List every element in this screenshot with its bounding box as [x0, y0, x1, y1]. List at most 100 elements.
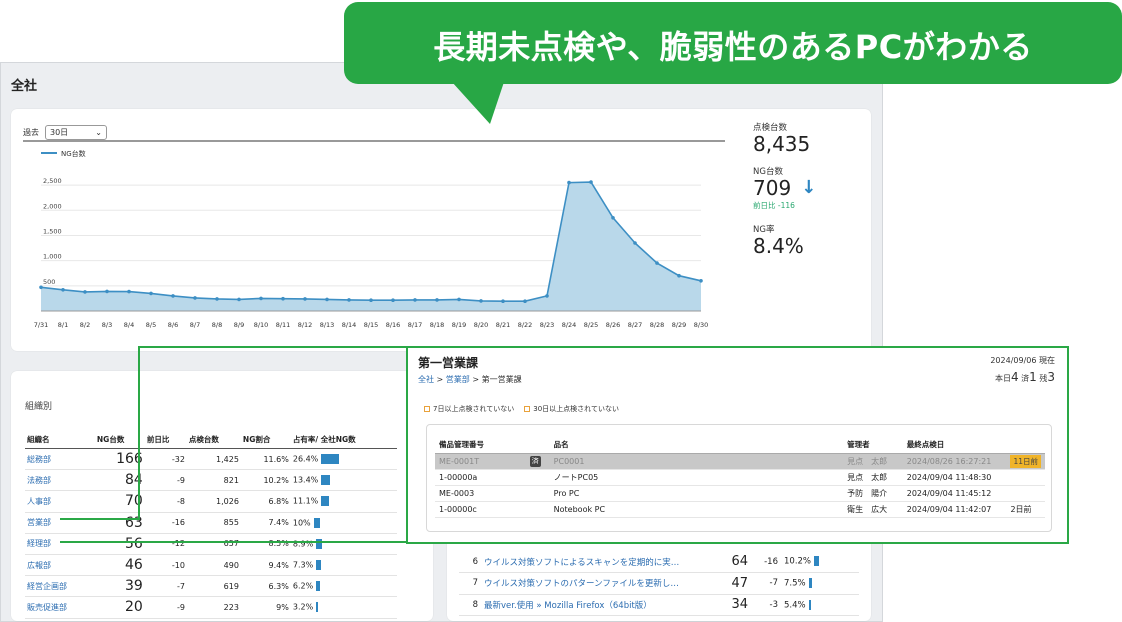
product-name: ノートPC05: [549, 469, 844, 486]
col-badge: [525, 437, 550, 454]
overdue-note: 2日前: [1010, 504, 1032, 514]
org-name-link[interactable]: 広報部: [25, 554, 95, 577]
x-tick-label: 8/14: [342, 321, 357, 329]
vuln-rate-cell: 7.5%: [781, 572, 859, 595]
share-bar: [808, 599, 812, 610]
status-badge: 済: [529, 455, 541, 467]
org-checked: 657: [186, 533, 241, 555]
col-last-check[interactable]: 最終点検日: [902, 437, 1007, 454]
vuln-item-link[interactable]: 最新ver.使用 » Mozilla Firefox（64bit版）: [481, 594, 707, 616]
table-row[interactable]: 1-00000c Notebook PC 衛生 広大 2024/09/04 11:42…: [435, 501, 1045, 518]
data-point: [611, 216, 615, 220]
table-row[interactable]: 6 ウイルス対策ソフトによるスキャンを定期的に実… 64 -16 10.2%: [459, 551, 859, 573]
table-row[interactable]: 営業部 63 -16 855 7.4% 10%: [25, 512, 397, 534]
data-point: [391, 298, 395, 302]
table-row[interactable]: 人事部 70 -8 1,026 6.8% 11.1%: [25, 490, 397, 513]
product-name: Pro PC: [549, 485, 844, 502]
vuln-delta: -3: [751, 594, 781, 616]
vuln-item-link[interactable]: ウイルス対策ソフトによるスキャンを定期的に実…: [481, 551, 707, 573]
org-name-link[interactable]: 経営企画部: [25, 575, 95, 598]
data-point: [83, 290, 87, 294]
col-ng-ratio[interactable]: NG割合: [240, 431, 291, 449]
col-owner[interactable]: 管理者: [843, 437, 903, 454]
period-select[interactable]: 30日 ⌄: [45, 125, 107, 140]
x-tick-label: 8/6: [168, 321, 178, 329]
x-tick-label: 8/30: [694, 321, 709, 329]
org-name-link[interactable]: 経理部: [25, 533, 95, 555]
org-delta: -9: [144, 469, 187, 492]
table-row[interactable]: 総務部 166 -32 1,425 11.6% 26.4%: [25, 448, 397, 471]
data-point: [281, 296, 285, 301]
data-point: [127, 289, 131, 294]
table-row[interactable]: ME-0001T 済 PC0001 見点 太郎 2024/08/26 16:27:21 1…: [435, 453, 1045, 470]
callout-tail: [452, 82, 504, 124]
table-row[interactable]: 1-00000a ノートPC05 見点 太郎 2024/09/04 11:48:30: [435, 469, 1045, 486]
badge-cell: [525, 469, 550, 486]
col-asset-id[interactable]: 備品管理番号: [435, 437, 526, 454]
vuln-rate: 7.5%: [784, 578, 806, 589]
detail-title: 第一営業課: [418, 356, 479, 370]
table-row[interactable]: 販売促進部 20 -9 223 9% 3.2%: [25, 596, 397, 619]
org-name-link[interactable]: 総務部: [25, 448, 95, 471]
org-name-link[interactable]: 販売促進部: [25, 596, 95, 619]
org-share-cell: 3.2%: [290, 596, 397, 619]
table-row[interactable]: ME-0003 Pro PC 予防 陽介 2024/09/04 11:45:12: [435, 485, 1045, 502]
breadcrumb-link[interactable]: 全社: [418, 375, 434, 384]
col-product-name[interactable]: 品名: [549, 437, 844, 454]
last-check-date: 2024/09/04 11:42:07: [902, 501, 1007, 518]
org-delta: -9: [144, 596, 187, 619]
table-row[interactable]: 7 ウイルス対策ソフトのパターンファイルを更新し… 47 -7 7.5%: [459, 572, 859, 595]
vuln-ng-count: 47: [707, 572, 751, 595]
org-ng-ratio: 7.4%: [240, 512, 291, 534]
y-tick-label: 2,000: [43, 202, 62, 210]
vuln-ng-count: 64: [707, 551, 751, 573]
x-tick-label: 8/26: [606, 321, 621, 329]
table-row[interactable]: 法務部 84 -9 821 10.2% 13.4%: [25, 469, 397, 492]
note-cell: [1006, 469, 1045, 486]
table-row[interactable]: 広報部 46 -10 490 9.4% 7.3%: [25, 554, 397, 577]
col-checked[interactable]: 点検台数: [186, 431, 241, 449]
col-share[interactable]: 占有率/ 全社NG数: [290, 431, 397, 449]
y-tick-label: 500: [43, 278, 55, 286]
org-share-cell: 13.4%: [290, 469, 397, 492]
y-tick-label: 1,500: [43, 227, 62, 235]
org-ng-count: 20: [94, 596, 145, 619]
org-checked: 1,425: [186, 448, 241, 471]
x-tick-label: 8/1: [58, 321, 68, 329]
department-detail-panel: 第一営業課 全社 > 営業部 > 第一営業課 2024/09/06 現在 本日4…: [406, 346, 1069, 544]
col-delta[interactable]: 前日比: [144, 431, 187, 449]
data-point: [545, 294, 549, 298]
x-tick-label: 8/18: [430, 321, 445, 329]
org-checked: 855: [186, 512, 241, 534]
x-tick-label: 8/16: [386, 321, 401, 329]
breadcrumb-link[interactable]: 営業部: [446, 375, 470, 384]
col-org-name[interactable]: 組織名: [25, 431, 95, 449]
org-share: 10%: [292, 518, 311, 528]
x-tick-label: 8/27: [628, 321, 643, 329]
org-ng-ratio: 9.4%: [240, 554, 291, 577]
owner-name: 予防 陽介: [843, 485, 903, 502]
period-filter: 過去 30日 ⌄: [23, 125, 107, 140]
data-point: [567, 180, 571, 185]
device-list-card: 備品管理番号 品名 管理者 最終点検日 ME-0001T 済 PC0001 見点 太郎…: [426, 424, 1052, 532]
table-row[interactable]: 8 最新ver.使用 » Mozilla Firefox（64bit版） 34 -3 5…: [459, 594, 859, 616]
vuln-rate-cell: 10.2%: [781, 551, 859, 573]
vuln-no: 8: [459, 594, 481, 616]
org-name-link[interactable]: 営業部: [25, 512, 95, 534]
org-share: 13.4%: [292, 475, 319, 485]
legend-label: 30日以上点検されていない: [533, 405, 619, 413]
vuln-delta: -16: [751, 551, 781, 573]
legend-item: 30日以上点検されていない: [524, 404, 619, 414]
connector-line: [60, 541, 408, 543]
x-tick-label: 8/29: [672, 321, 687, 329]
detail-legend: 7日以上点検されていない 30日以上点検されていない: [424, 404, 619, 414]
org-name-link[interactable]: 法務部: [25, 469, 95, 492]
vuln-table: 6 ウイルス対策ソフトによるスキャンを定期的に実… 64 -16 10.2% 7 ウイルス対…: [459, 551, 859, 616]
org-name-link[interactable]: 人事部: [25, 490, 95, 513]
x-tick-label: 8/20: [474, 321, 489, 329]
vuln-no: 6: [459, 551, 481, 573]
vuln-item-link[interactable]: ウイルス対策ソフトのパターンファイルを更新し…: [481, 572, 707, 595]
table-row[interactable]: 経理部 56 -12 657 8.5% 8.9%: [25, 533, 397, 555]
table-row[interactable]: 経営企画部 39 -7 619 6.3% 6.2%: [25, 575, 397, 598]
y-tick-label: 1,000: [43, 253, 62, 261]
